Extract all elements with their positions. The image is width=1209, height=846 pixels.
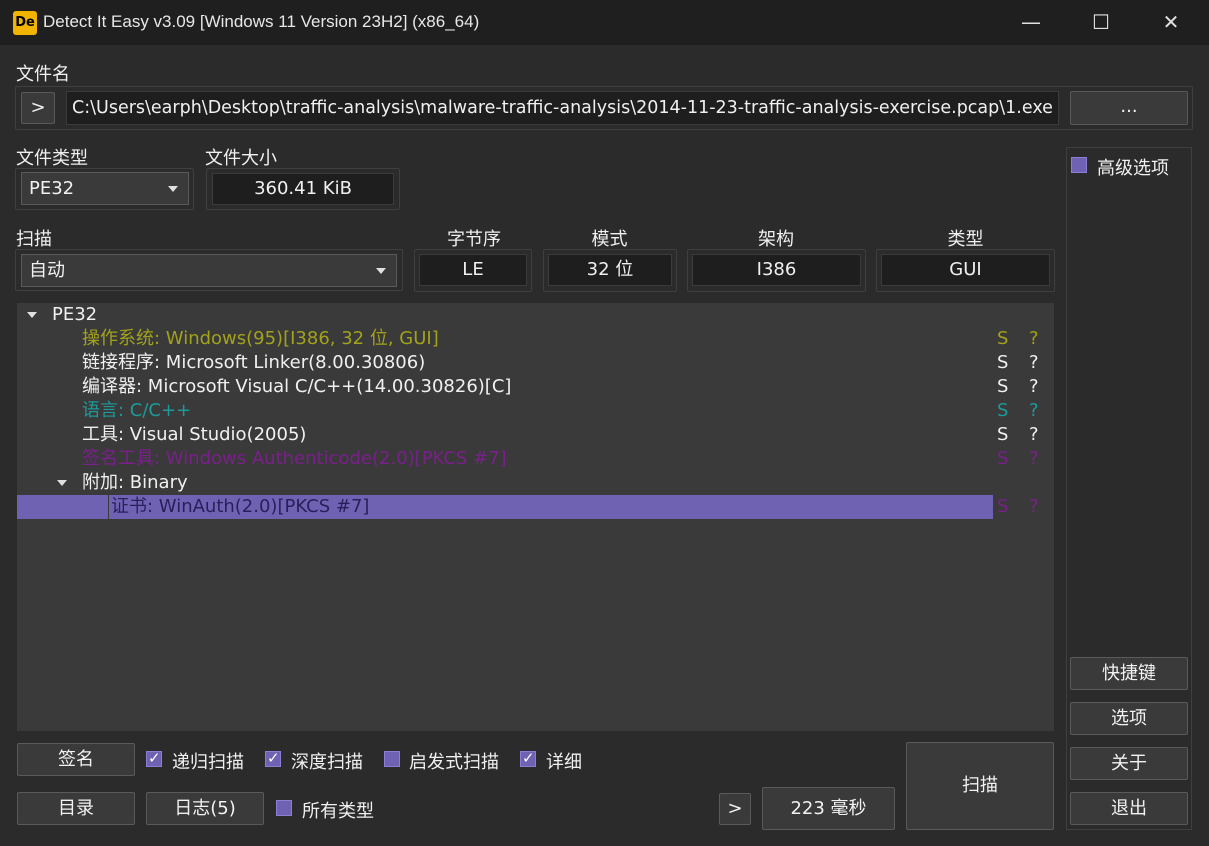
scan-button[interactable]: 扫描 bbox=[906, 742, 1054, 830]
minimize-icon[interactable]: — bbox=[996, 0, 1066, 45]
results-tree[interactable]: PE32 操作系统: Windows(95)[I386, 32 位, GUI] … bbox=[17, 303, 1054, 731]
title-bar: De Detect It Easy v3.09 [Windows 11 Vers… bbox=[0, 0, 1209, 45]
arch-label: 架构 bbox=[758, 229, 794, 250]
deep-scan-label[interactable]: 深度扫描 bbox=[291, 748, 363, 774]
result-sign-tool[interactable]: 签名工具: Windows Authenticode(2.0)[PKCS #7] bbox=[82, 447, 507, 471]
endian-label: 字节序 bbox=[447, 229, 501, 250]
scan-mode-value: 自动 bbox=[29, 260, 65, 281]
deep-scan-checkbox[interactable] bbox=[265, 749, 281, 767]
exit-button[interactable]: 退出 bbox=[1070, 792, 1188, 825]
elapsed-time-display: 223 毫秒 bbox=[762, 787, 895, 830]
result-language-q[interactable]: ? bbox=[1029, 399, 1039, 423]
result-tool-s[interactable]: S bbox=[997, 423, 1008, 447]
result-linker[interactable]: 链接程序: Microsoft Linker(8.00.30806) bbox=[82, 351, 425, 375]
result-tool-q[interactable]: ? bbox=[1029, 423, 1039, 447]
result-certificate-q[interactable]: ? bbox=[1029, 495, 1039, 519]
type-value: GUI bbox=[881, 254, 1050, 286]
collapse-arrow-icon[interactable] bbox=[57, 480, 67, 486]
tree-root-pe32[interactable]: PE32 bbox=[52, 303, 97, 327]
chevron-down-icon bbox=[168, 186, 178, 192]
endian-value: LE bbox=[419, 254, 527, 286]
scan-mode-label: 扫描 bbox=[16, 229, 52, 250]
result-sign-tool-q[interactable]: ? bbox=[1029, 447, 1039, 471]
all-types-checkbox[interactable] bbox=[276, 800, 292, 816]
file-type-select[interactable]: PE32 bbox=[21, 172, 189, 205]
result-linker-s[interactable]: S bbox=[997, 351, 1008, 375]
type-label: 类型 bbox=[947, 229, 984, 250]
result-linker-q[interactable]: ? bbox=[1029, 351, 1039, 375]
result-certificate-s[interactable]: S bbox=[997, 495, 1008, 519]
directory-button[interactable]: 目录 bbox=[17, 792, 135, 825]
verbose-checkbox[interactable] bbox=[520, 749, 536, 767]
result-os[interactable]: 操作系统: Windows(95)[I386, 32 位, GUI] bbox=[82, 327, 439, 351]
maximize-icon[interactable]: ☐ bbox=[1066, 0, 1136, 45]
app-logo-icon: De bbox=[13, 11, 37, 35]
shortcuts-button[interactable]: 快捷键 bbox=[1070, 657, 1188, 690]
browse-button[interactable]: ... bbox=[1070, 91, 1188, 125]
result-language[interactable]: 语言: C/C++ bbox=[82, 399, 191, 423]
result-compiler-s[interactable]: S bbox=[997, 375, 1008, 399]
recursive-scan-label[interactable]: 递归扫描 bbox=[172, 748, 244, 774]
heuristic-scan-checkbox[interactable] bbox=[384, 751, 400, 767]
result-os-q[interactable]: ? bbox=[1029, 327, 1039, 351]
file-name-label: 文件名 bbox=[16, 64, 70, 85]
verbose-label[interactable]: 详细 bbox=[546, 748, 582, 774]
tree-guide-line bbox=[108, 495, 109, 519]
file-type-value: PE32 bbox=[29, 178, 75, 199]
result-compiler-q[interactable]: ? bbox=[1029, 375, 1039, 399]
file-path-field[interactable]: C:\Users\earph\Desktop\traffic-analysis\… bbox=[66, 91, 1059, 125]
file-nav-button[interactable]: > bbox=[21, 92, 55, 124]
arch-value: I386 bbox=[692, 254, 861, 286]
collapse-arrow-icon[interactable] bbox=[27, 312, 37, 318]
result-compiler[interactable]: 编译器: Microsoft Visual C/C++(14.00.30826)… bbox=[82, 375, 511, 399]
result-tool[interactable]: 工具: Visual Studio(2005) bbox=[82, 423, 306, 447]
window-title: Detect It Easy v3.09 [Windows 11 Version… bbox=[43, 12, 480, 31]
all-types-label[interactable]: 所有类型 bbox=[302, 797, 374, 823]
advanced-options-label[interactable]: 高级选项 bbox=[1097, 154, 1169, 180]
file-type-label: 文件类型 bbox=[16, 148, 88, 169]
result-language-s[interactable]: S bbox=[997, 399, 1008, 423]
chevron-down-icon bbox=[376, 268, 386, 274]
time-nav-button[interactable]: > bbox=[719, 793, 751, 825]
heuristic-scan-label[interactable]: 启发式扫描 bbox=[409, 748, 499, 774]
mode-label: 模式 bbox=[591, 229, 628, 250]
file-size-value: 360.41 KiB bbox=[212, 173, 394, 205]
signature-button[interactable]: 签名 bbox=[17, 743, 135, 776]
mode-value: 32 位 bbox=[548, 254, 672, 286]
scan-mode-select[interactable]: 自动 bbox=[21, 254, 397, 287]
result-certificate[interactable]: 证书: WinAuth(2.0)[PKCS #7] bbox=[111, 495, 369, 519]
tree-overlay[interactable]: 附加: Binary bbox=[82, 471, 188, 495]
advanced-options-checkbox[interactable] bbox=[1071, 157, 1087, 173]
close-icon[interactable]: ✕ bbox=[1136, 0, 1206, 45]
result-os-s[interactable]: S bbox=[997, 327, 1008, 351]
result-sign-tool-s[interactable]: S bbox=[997, 447, 1008, 471]
options-button[interactable]: 选项 bbox=[1070, 702, 1188, 735]
recursive-scan-checkbox[interactable] bbox=[146, 749, 162, 767]
file-size-label: 文件大小 bbox=[205, 148, 277, 169]
log-button[interactable]: 日志(5) bbox=[146, 792, 264, 825]
about-button[interactable]: 关于 bbox=[1070, 747, 1188, 780]
